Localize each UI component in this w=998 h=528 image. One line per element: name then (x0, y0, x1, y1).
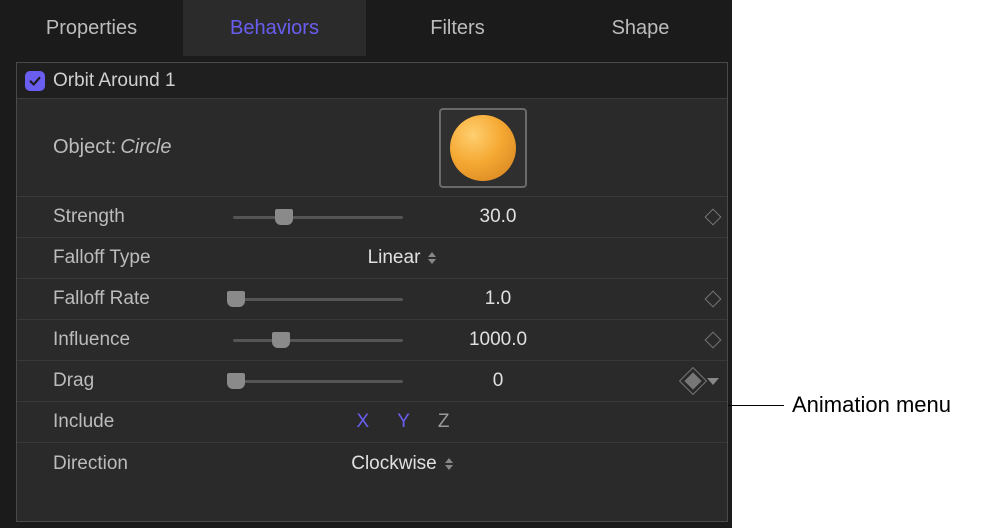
param-label: Falloff Rate (53, 288, 233, 310)
tab-filters[interactable]: Filters (366, 0, 549, 56)
inspector-panel: Properties Behaviors Filters Shape Orbit… (0, 0, 732, 528)
behavior-header: Orbit Around 1 (17, 63, 727, 99)
object-row: Object: Circle (17, 99, 727, 197)
param-label: Falloff Type (53, 247, 233, 269)
object-label: Object: (53, 136, 116, 159)
behavior-title: Orbit Around 1 (53, 70, 176, 92)
keyframe-active-icon[interactable] (685, 373, 702, 390)
strength-value[interactable]: 30.0 (423, 206, 573, 228)
keyframe-icon[interactable] (705, 209, 722, 226)
axis-y-button[interactable]: Y (397, 411, 410, 433)
select-value: Linear (368, 247, 421, 269)
param-falloff-type: Falloff Type Linear (17, 238, 727, 279)
param-label: Strength (53, 206, 233, 228)
direction-select[interactable]: Clockwise (233, 453, 573, 475)
circle-swatch-icon (450, 115, 516, 181)
strength-slider[interactable] (233, 207, 403, 227)
callout-annotation: Animation menu (728, 392, 951, 418)
select-value: Clockwise (351, 453, 437, 475)
param-label: Include (53, 411, 233, 433)
drag-slider[interactable] (233, 371, 403, 391)
param-influence: Influence 1000.0 (17, 320, 727, 361)
updown-icon (443, 455, 455, 473)
param-drag: Drag 0 (17, 361, 727, 402)
behavior-enable-checkbox[interactable] (25, 71, 45, 91)
axis-z-button[interactable]: Z (438, 411, 450, 433)
axis-toggle-group: X Y Z (233, 411, 573, 433)
param-label: Drag (53, 370, 233, 392)
callout-label: Animation menu (792, 392, 951, 418)
tab-properties[interactable]: Properties (0, 0, 183, 56)
influence-slider[interactable] (233, 330, 403, 350)
falloff-rate-slider[interactable] (233, 289, 403, 309)
drag-value[interactable]: 0 (423, 370, 573, 392)
falloff-rate-value[interactable]: 1.0 (423, 288, 573, 310)
object-value: Circle (120, 136, 171, 159)
tab-behaviors[interactable]: Behaviors (183, 0, 366, 56)
animation-menu-button[interactable] (707, 378, 719, 385)
axis-x-button[interactable]: X (357, 411, 370, 433)
tab-bar: Properties Behaviors Filters Shape (0, 0, 732, 56)
influence-value[interactable]: 1000.0 (423, 329, 573, 351)
param-direction: Direction Clockwise (17, 443, 727, 484)
param-strength: Strength 30.0 (17, 197, 727, 238)
object-well[interactable] (439, 108, 527, 188)
keyframe-icon[interactable] (705, 291, 722, 308)
keyframe-icon[interactable] (705, 332, 722, 349)
callout-line (728, 405, 784, 406)
param-falloff-rate: Falloff Rate 1.0 (17, 279, 727, 320)
param-label: Influence (53, 329, 233, 351)
param-label: Direction (53, 453, 233, 475)
falloff-type-select[interactable]: Linear (233, 247, 573, 269)
updown-icon (426, 249, 438, 267)
behavior-inspector: Orbit Around 1 Object: Circle Strength 3… (16, 62, 728, 522)
checkmark-icon (28, 74, 42, 88)
param-include: Include X Y Z (17, 402, 727, 443)
tab-shape[interactable]: Shape (549, 0, 732, 56)
